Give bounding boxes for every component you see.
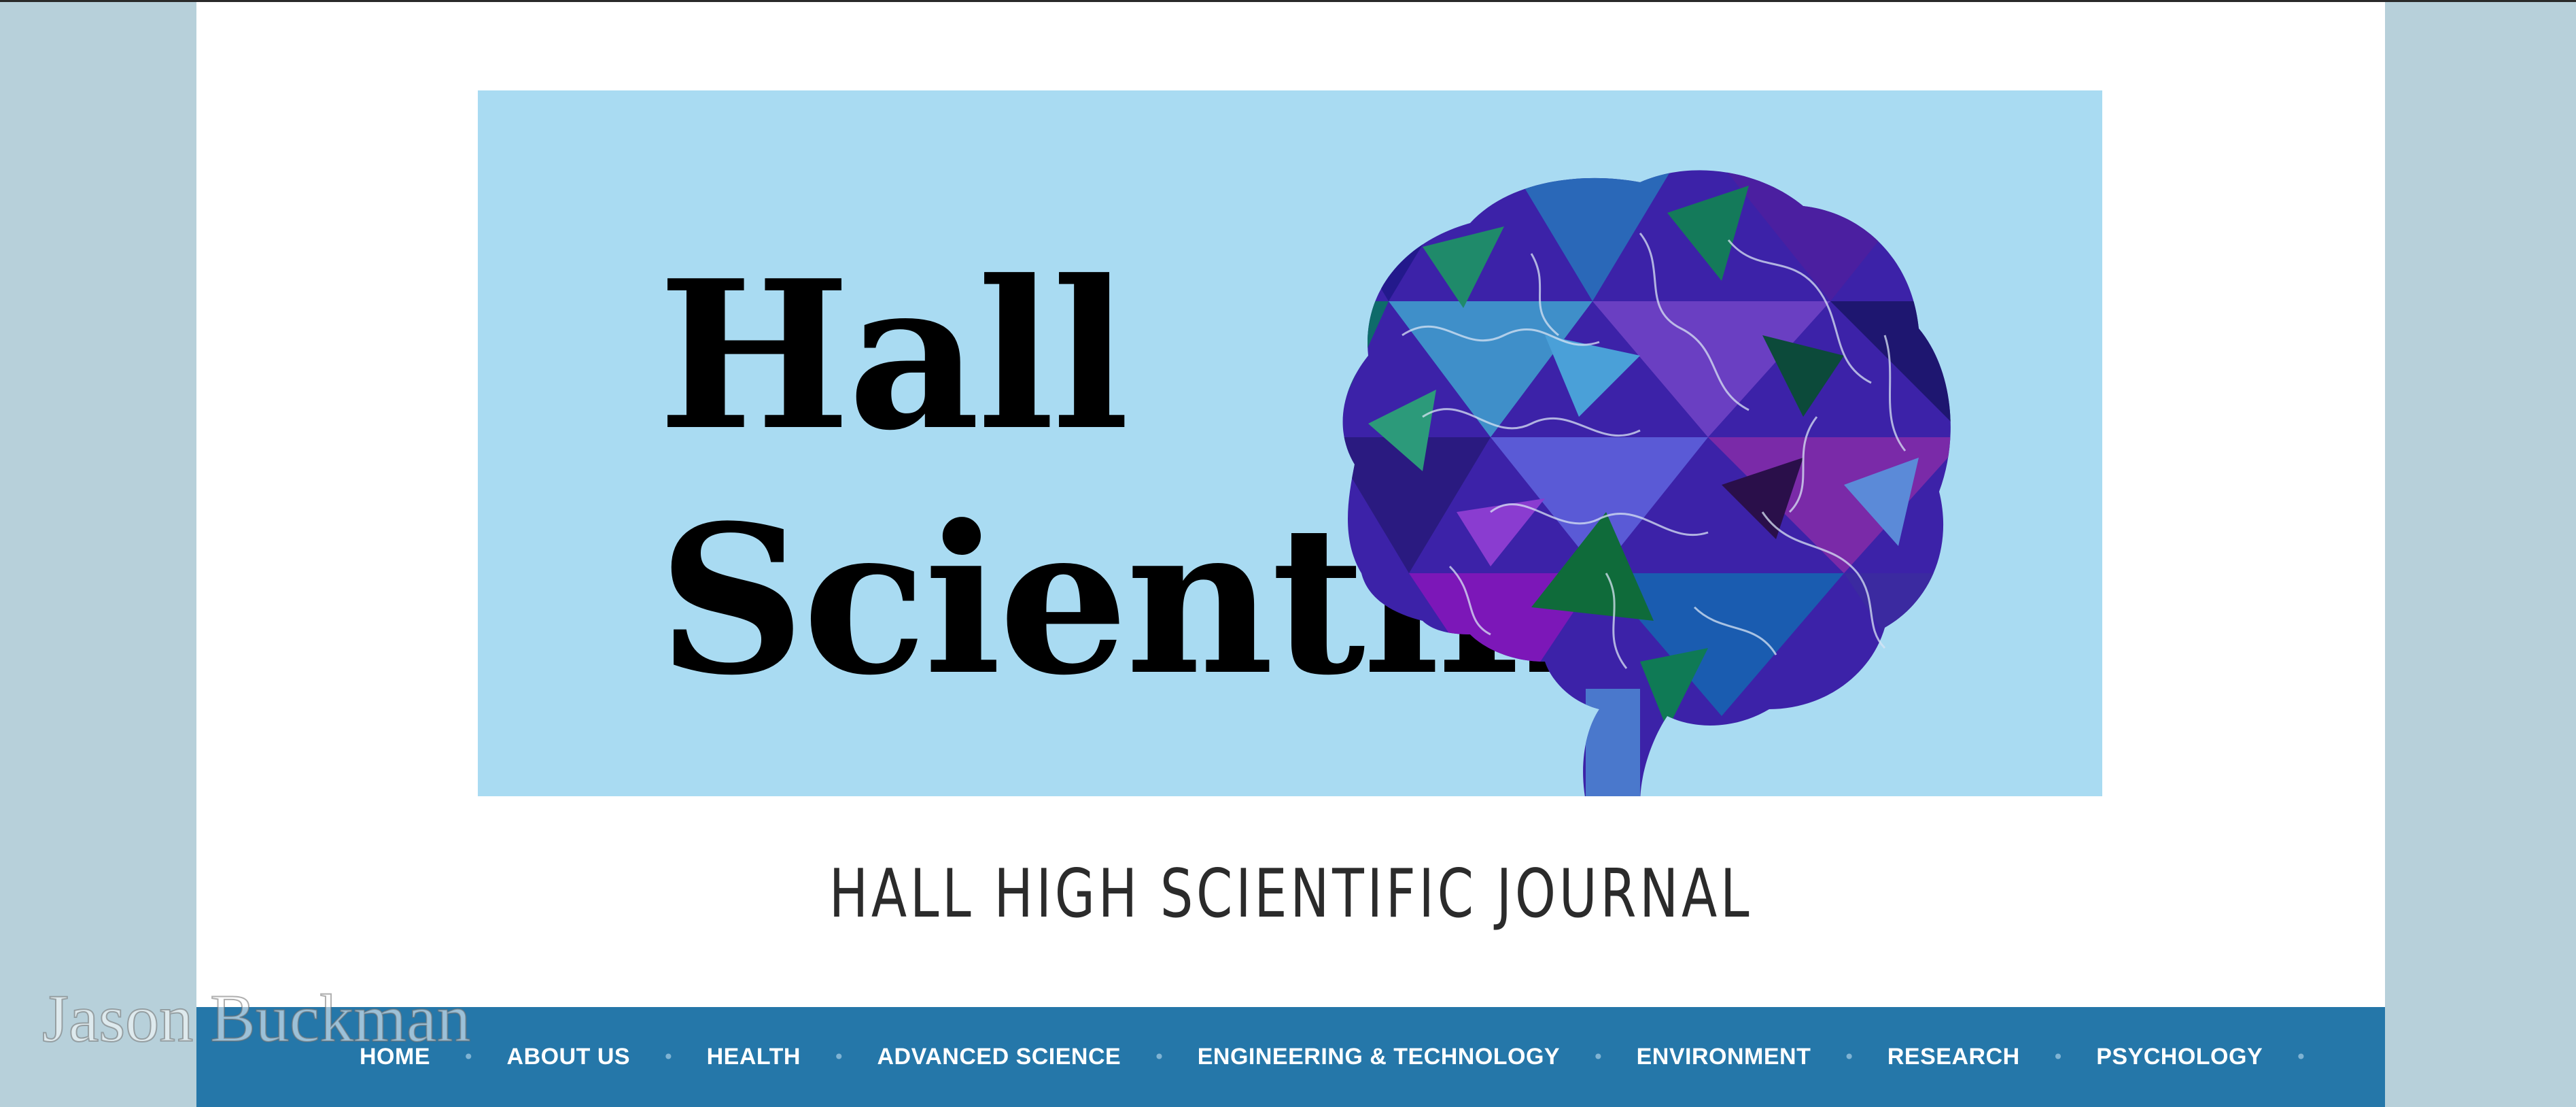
brain-icon [1342, 170, 1951, 796]
nav-item-environment[interactable]: ENVIRONMENT [1637, 1044, 1811, 1070]
nav-separator: • [1153, 1046, 1165, 1068]
nav-list: HOME • ABOUT US • HEALTH • ADVANCED SCIE… [360, 1007, 2339, 1107]
nav-separator: • [833, 1046, 845, 1068]
nav-item-about-us[interactable]: ABOUT US [507, 1044, 631, 1070]
main-navigation: HOME • ABOUT US • HEALTH • ADVANCED SCIE… [196, 1007, 2385, 1107]
nav-item-health[interactable]: HEALTH [707, 1044, 801, 1070]
nav-item-psychology[interactable]: PSYCHOLOGY [2096, 1044, 2263, 1070]
nav-separator: • [2052, 1046, 2064, 1068]
nav-item-advanced-science[interactable]: ADVANCED SCIENCE [877, 1044, 1121, 1070]
watermark-text: Jason Buckman [41, 980, 471, 1057]
nav-separator: • [1592, 1046, 1604, 1068]
nav-separator: • [1843, 1046, 1855, 1068]
page-container: Hall Scientific HALL HIGH SCIENTIFIC JOU… [196, 2, 2385, 1107]
nav-item-research[interactable]: RESEARCH [1887, 1044, 2020, 1070]
logo-title-line1: Hall [658, 235, 1130, 475]
header-banner[interactable]: Hall Scientific [478, 90, 2102, 796]
site-tagline: HALL HIGH SCIENTIFIC JOURNAL [829, 855, 1753, 933]
nav-item-engineering-technology[interactable]: ENGINEERING & TECHNOLOGY [1198, 1044, 1560, 1070]
nav-separator: • [663, 1046, 674, 1068]
nav-separator: • [2295, 1046, 2307, 1068]
